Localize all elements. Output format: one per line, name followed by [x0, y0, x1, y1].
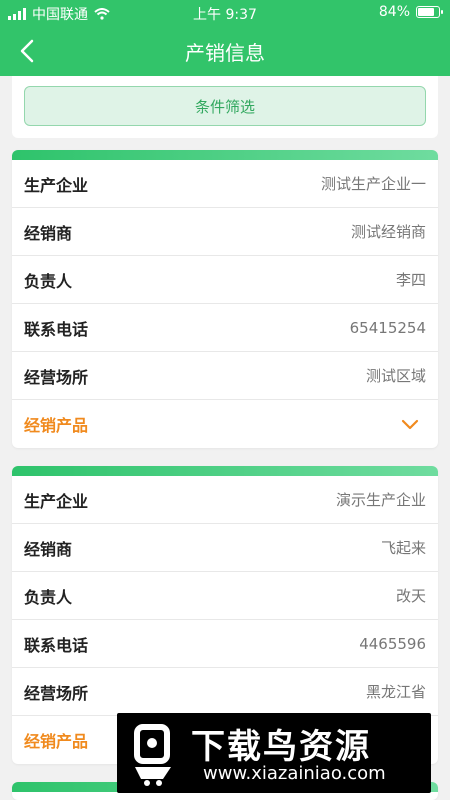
- row-label: 经销商: [24, 223, 73, 243]
- row-value: 测试生产企业一: [320, 175, 426, 193]
- chevron-down-icon[interactable]: [400, 414, 420, 434]
- row-label: 联系电话: [24, 319, 89, 339]
- row-label: 经营场所: [24, 683, 89, 703]
- row-value: 演示生产企业: [335, 491, 426, 509]
- product-label: 经销产品: [24, 732, 89, 751]
- row-location: 经营场所 黑龙江省: [12, 668, 438, 716]
- row-label: 生产企业: [24, 175, 89, 195]
- watermark-title: 下载鸟资源: [191, 727, 371, 767]
- row-label: 生产企业: [24, 491, 89, 511]
- card-top-bar: [12, 466, 438, 476]
- bird-logo-icon: [134, 724, 171, 786]
- row-value: 测试经销商: [350, 223, 426, 241]
- row-value: 李四: [395, 271, 426, 289]
- filter-button[interactable]: 条件筛选: [24, 86, 426, 126]
- page-title: 产销信息: [185, 41, 265, 65]
- row-label: 经营场所: [24, 367, 89, 387]
- filter-panel: 条件筛选: [12, 76, 438, 138]
- status-right: 84%: [378, 4, 443, 20]
- row-phone: 联系电话 4465596: [12, 620, 438, 668]
- row-label: 负责人: [24, 271, 73, 291]
- row-value: 黑龙江省: [365, 683, 426, 701]
- row-location: 经营场所 测试区域: [12, 352, 438, 400]
- row-distributor: 经销商 测试经销商: [12, 208, 438, 256]
- row-value[interactable]: 65415254: [350, 319, 426, 337]
- nav-bar: 产销信息: [0, 26, 450, 76]
- watermark-url: www.xiazainiao.com: [203, 763, 386, 784]
- row-manufacturer: 生产企业 演示生产企业: [12, 476, 438, 524]
- battery-icon: [416, 6, 443, 18]
- row-value: 飞起来: [380, 539, 426, 557]
- row-phone: 联系电话 65415254: [12, 304, 438, 352]
- row-contact-person: 负责人 李四: [12, 256, 438, 304]
- product-toggle-row[interactable]: 经销产品: [12, 400, 438, 448]
- row-manufacturer: 生产企业 测试生产企业一: [12, 160, 438, 208]
- row-value: 测试区域: [365, 367, 426, 385]
- row-label: 负责人: [24, 587, 73, 607]
- status-bar: 中国联通 上午 9:37 84%: [0, 0, 450, 26]
- row-label: 经销商: [24, 539, 73, 559]
- battery-percent: 84%: [378, 4, 410, 20]
- row-contact-person: 负责人 改天: [12, 572, 438, 620]
- record-card: 生产企业 测试生产企业一 经销商 测试经销商 负责人 李四 联系电话 65415…: [12, 150, 438, 448]
- app-header: 中国联通 上午 9:37 84% 产销信息: [0, 0, 450, 76]
- row-distributor: 经销商 飞起来: [12, 524, 438, 572]
- row-value[interactable]: 4465596: [359, 635, 426, 653]
- watermark-overlay: 下载鸟资源 www.xiazainiao.com: [117, 713, 431, 793]
- card-top-bar: [12, 150, 438, 160]
- row-value: 改天: [395, 587, 426, 605]
- product-label: 经销产品: [24, 416, 89, 435]
- row-label: 联系电话: [24, 635, 89, 655]
